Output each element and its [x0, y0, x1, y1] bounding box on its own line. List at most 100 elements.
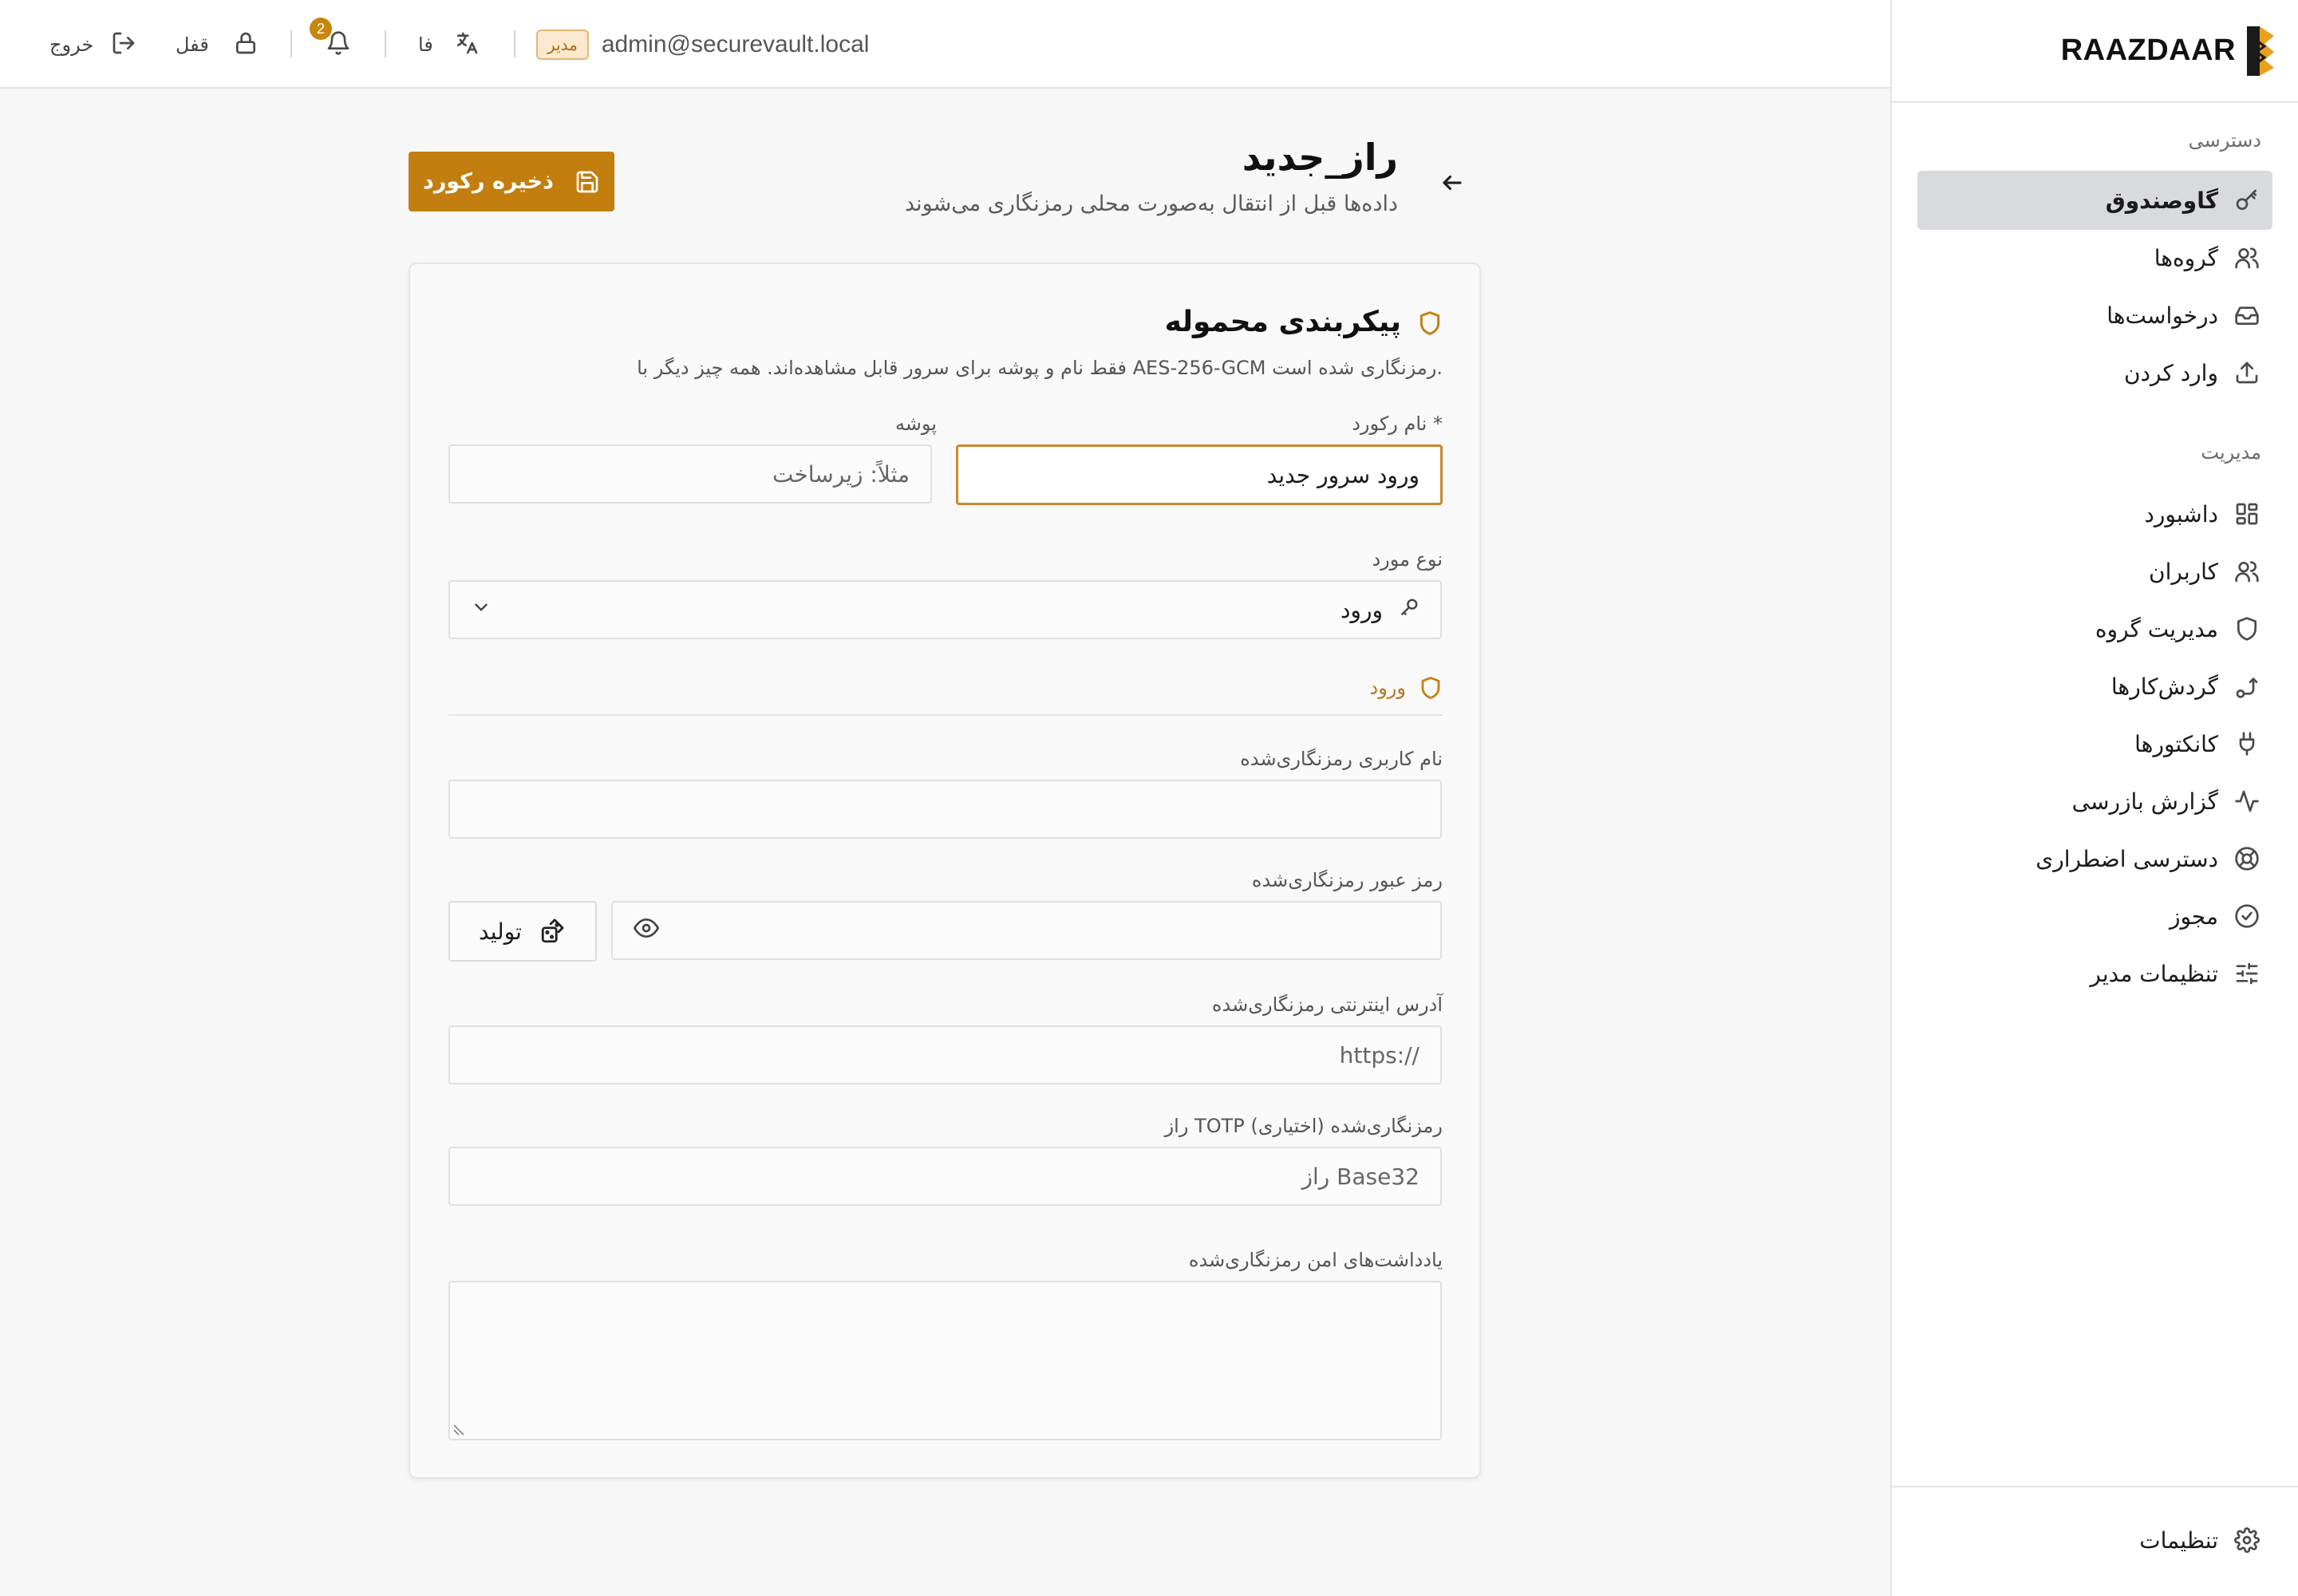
sidebar-item-label: وارد کردن [2123, 359, 2218, 386]
lifebuoy-icon [2233, 844, 2261, 873]
language-label: فا [418, 33, 433, 56]
sidebar-item-label: گاوصندوق [2105, 187, 2218, 214]
logout-icon [111, 30, 136, 59]
back-button[interactable] [1434, 164, 1471, 201]
sidebar-item-workflows[interactable]: گردش‌کارها [1917, 657, 2272, 716]
record-name-label: نام رکورد * [1352, 413, 1443, 435]
chevron-down-icon [471, 597, 492, 623]
totp-input[interactable]: راز Base32 [448, 1147, 1442, 1206]
dice-icon [541, 918, 564, 943]
sidebar-item-label: کاربران [2149, 558, 2218, 585]
sidebar-item-users[interactable]: کاربران [1917, 542, 2272, 601]
url-label: آدرس اینترنتی رمزنگاری‌شده [1211, 994, 1443, 1016]
logout-label: خروج [49, 33, 94, 56]
sidebar-item-group-management[interactable]: مدیریت گروه [1917, 599, 2272, 658]
lock-label: قفل [176, 33, 209, 56]
user-email: admin@securevault.local [601, 30, 870, 57]
username-input[interactable] [448, 780, 1442, 839]
notes-label: یادداشت‌های امن رمزنگاری‌شده [1188, 1249, 1443, 1271]
folder-placeholder: مثلاً: زیرساخت [772, 460, 910, 488]
upload-icon [2233, 358, 2261, 387]
raazdaar-logo-icon [2247, 26, 2274, 76]
shield-icon [1419, 676, 1443, 700]
notes-textarea[interactable] [448, 1281, 1442, 1440]
sidebar-item-label: دسترسی اضطراری [2035, 845, 2218, 872]
sidebar: RAAZDAAR دسترسی گاوصندوق گروه‌ها درخواست… [1890, 0, 2298, 1596]
folder-label: پوشه [894, 413, 937, 435]
sidebar-footer [1892, 1486, 2298, 1487]
divider [514, 30, 515, 57]
sidebar-item-requests[interactable]: درخواست‌ها [1917, 286, 2272, 345]
gear-icon [2233, 1526, 2261, 1555]
card-title: پیکربندی محموله [1164, 306, 1401, 338]
page-subtitle: داده‌ها قبل از انتقال به‌صورت محلی رمزنگ… [904, 192, 1398, 216]
login-section-label: ورود [1369, 677, 1406, 699]
inbox-icon [2233, 301, 2261, 330]
brand-name: RAAZDAAR [2060, 34, 2236, 67]
sidebar-item-label: تنظیمات مدیر [2090, 960, 2218, 987]
user-info: مدیر admin@securevault.local [536, 0, 869, 89]
top-bar: خروج قفل 2 فا مدیر admin@securevault.loc… [0, 0, 1890, 89]
activity-icon [2233, 787, 2261, 816]
nav-section-admin: مدیریت [2201, 441, 2261, 464]
item-type-label: نوع مورد [1372, 548, 1443, 571]
divider [385, 30, 386, 57]
totp-label: راز TOTP رمزنگاری‌شده (اختیاری) [1164, 1115, 1443, 1137]
sidebar-item-groups[interactable]: گروه‌ها [1917, 228, 2272, 287]
notifications-button[interactable] [326, 0, 351, 89]
sidebar-item-connectors[interactable]: کانکتورها [1917, 714, 2272, 773]
sidebar-item-vault[interactable]: گاوصندوق [1917, 171, 2272, 230]
eye-icon[interactable] [634, 915, 659, 946]
translate-icon [454, 30, 480, 59]
totp-placeholder: راز Base32 [1301, 1163, 1419, 1190]
sidebar-item-import[interactable]: وارد کردن [1917, 343, 2272, 402]
shield-icon [1417, 310, 1443, 336]
workflow-icon [2233, 672, 2261, 701]
sidebar-item-label: گردش‌کارها [2110, 673, 2218, 700]
record-name-value: ورود سرور جدید [1266, 461, 1419, 488]
sliders-icon [2233, 959, 2261, 988]
password-input[interactable] [611, 901, 1442, 960]
item-type-value: ورود [1340, 596, 1383, 623]
users-icon [2233, 243, 2261, 272]
shield-icon [2233, 614, 2261, 643]
sidebar-item-label: مجوز [2169, 903, 2218, 930]
section-divider [448, 714, 1443, 716]
save-record-button[interactable]: ذخیره رکورد [409, 152, 614, 211]
url-input[interactable]: https:// [448, 1025, 1442, 1084]
sidebar-item-admin-settings[interactable]: تنظیمات مدیر [1917, 944, 2272, 1003]
logout-button[interactable]: خروج [49, 0, 136, 89]
resize-handle-icon[interactable] [453, 1424, 464, 1436]
sidebar-item-label: تنظیمات [2139, 1527, 2218, 1554]
folder-input[interactable]: مثلاً: زیرساخت [448, 444, 932, 504]
notification-count-badge: 2 [310, 18, 332, 40]
role-badge: مدیر [536, 29, 589, 60]
item-type-select[interactable]: ورود [448, 580, 1442, 639]
sidebar-item-label: داشبورد [2144, 500, 2218, 527]
sidebar-item-emergency-access[interactable]: دسترسی اضطراری [1917, 829, 2272, 888]
plug-icon [2233, 729, 2261, 758]
generate-label: تولید [479, 918, 522, 945]
page-title: راز_جدید [1242, 136, 1398, 179]
sidebar-item-settings[interactable]: تنظیمات [1917, 1511, 2272, 1570]
generate-password-button[interactable]: تولید [448, 901, 597, 962]
key-icon [2233, 186, 2261, 215]
key-icon [1399, 597, 1419, 623]
sidebar-item-audit-log[interactable]: گزارش بازرسی [1917, 772, 2272, 831]
badge-check-icon [2233, 902, 2261, 930]
login-section-header: ورود [1370, 676, 1443, 700]
lock-button[interactable]: قفل [176, 0, 259, 89]
record-name-input[interactable]: ورود سرور جدید [956, 444, 1443, 505]
password-label: رمز عبور رمزنگاری‌شده [1251, 869, 1443, 891]
payload-config-card: پیکربندی محموله فقط نام و پوشه برای سرور… [409, 263, 1481, 1479]
dashboard-icon [2233, 500, 2261, 528]
arrow-left-icon [1443, 175, 1462, 191]
sidebar-item-license[interactable]: مجوز [1917, 887, 2272, 946]
language-toggle[interactable]: فا [418, 0, 480, 89]
save-record-label: ذخیره رکورد [422, 169, 555, 194]
sidebar-item-dashboard[interactable]: داشبورد [1917, 484, 2272, 543]
brand[interactable]: RAAZDAAR [1892, 0, 2298, 103]
users-icon [2233, 557, 2261, 586]
sidebar-item-label: گروه‌ها [2154, 244, 2218, 271]
url-placeholder: https:// [1339, 1041, 1419, 1069]
